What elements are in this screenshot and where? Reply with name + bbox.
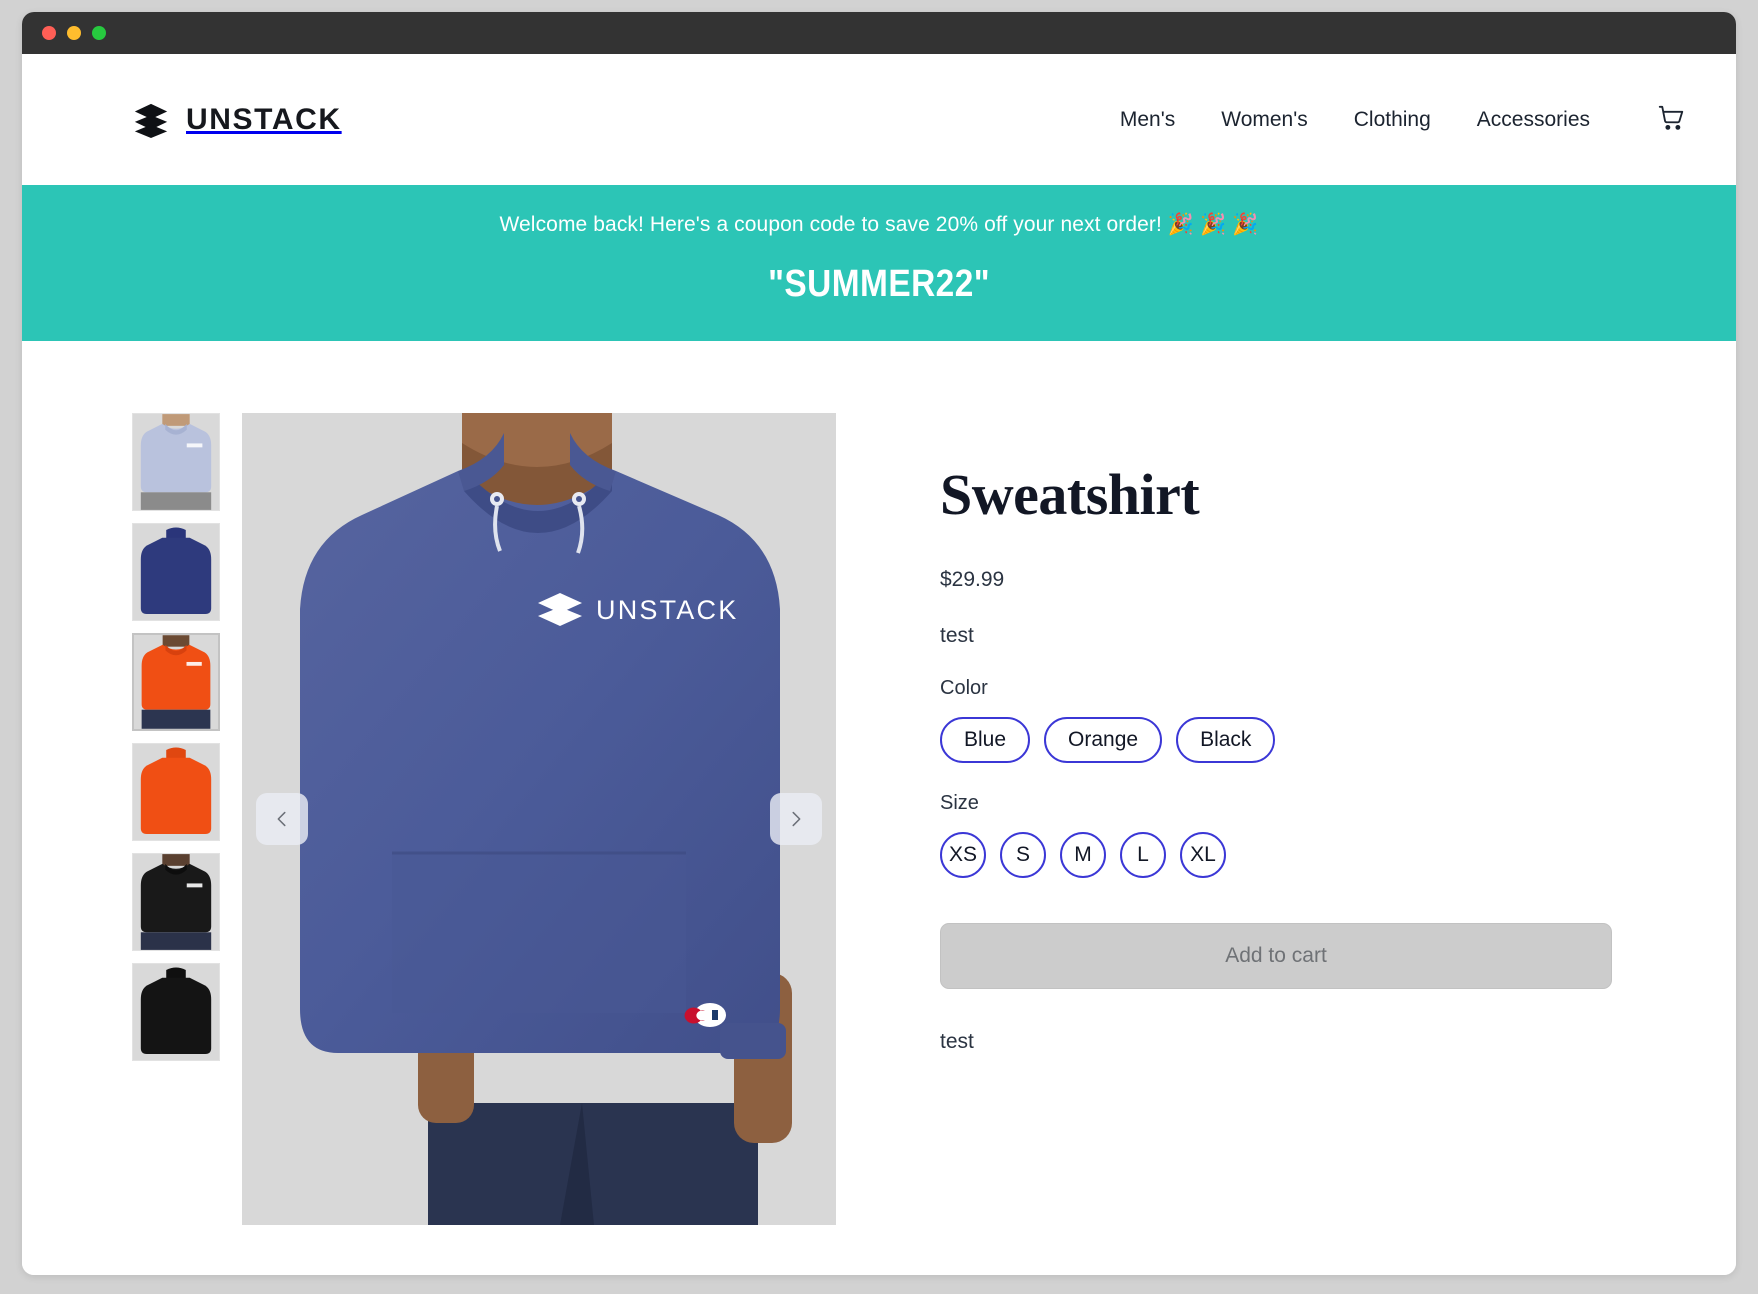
size-option-xl[interactable]: XL bbox=[1180, 831, 1226, 878]
gallery-prev-button[interactable] bbox=[256, 793, 308, 845]
product-description: test bbox=[940, 623, 974, 647]
stacked-layers-icon bbox=[132, 101, 170, 139]
hero-image: UNSTACK bbox=[242, 413, 836, 1225]
nav-item-clothing[interactable]: Clothing bbox=[1354, 108, 1431, 132]
close-window-button[interactable] bbox=[42, 26, 56, 40]
nav-item-womens[interactable]: Women's bbox=[1221, 108, 1307, 132]
size-option-m[interactable]: M bbox=[1060, 831, 1106, 878]
promo-message: Welcome back! Here's a coupon code to sa… bbox=[499, 213, 1259, 236]
thumbnail-3[interactable] bbox=[132, 743, 220, 841]
product-footer-note: test bbox=[940, 1029, 974, 1053]
minimize-window-button[interactable] bbox=[67, 26, 81, 40]
svg-text:UNSTACK: UNSTACK bbox=[596, 595, 738, 625]
add-to-cart-button[interactable]: Add to cart bbox=[940, 922, 1612, 989]
option-group-size: Size XS S M L XL bbox=[940, 792, 1630, 878]
gallery-next-button[interactable] bbox=[770, 793, 822, 845]
product-detail: UNSTACK Sweatshirt $29.99 test Color Blu… bbox=[22, 341, 1736, 1225]
promo-banner: Welcome back! Here's a coupon code to sa… bbox=[22, 185, 1736, 341]
thumbnail-4[interactable] bbox=[132, 853, 220, 951]
chevron-left-icon bbox=[271, 808, 293, 830]
thumbnail-rail bbox=[132, 413, 220, 1225]
brand-name: UNSTACK bbox=[186, 102, 342, 136]
site-header: UNSTACK Men's Women's Clothing Accessori… bbox=[22, 54, 1736, 185]
brand-logo-link[interactable]: UNSTACK bbox=[132, 101, 342, 139]
thumbnail-2[interactable] bbox=[132, 633, 220, 731]
thumbnail-0[interactable] bbox=[132, 413, 220, 511]
size-option-s[interactable]: S bbox=[1000, 831, 1046, 878]
maximize-window-button[interactable] bbox=[92, 26, 106, 40]
traffic-lights bbox=[42, 26, 106, 40]
browser-window: UNSTACK Men's Women's Clothing Accessori… bbox=[22, 12, 1736, 1275]
option-group-color: Color Blue Orange Black bbox=[940, 677, 1630, 763]
color-option-blue[interactable]: Blue bbox=[940, 716, 1031, 763]
cart-button[interactable] bbox=[1654, 103, 1688, 137]
product-price: $29.99 bbox=[940, 567, 1005, 591]
size-option-l[interactable]: L bbox=[1120, 831, 1166, 878]
size-options: XS S M L XL bbox=[940, 831, 1630, 878]
option-label-color: Color bbox=[940, 676, 988, 699]
chevron-right-icon bbox=[785, 808, 807, 830]
size-option-xs[interactable]: XS bbox=[940, 831, 986, 878]
product-info: Sweatshirt $29.99 test Color Blue Orange… bbox=[940, 413, 1630, 1225]
nav-item-mens[interactable]: Men's bbox=[1120, 108, 1175, 132]
option-label-size: Size bbox=[940, 791, 979, 814]
shopping-cart-icon bbox=[1656, 103, 1686, 136]
promo-coupon-code: "SUMMER22" bbox=[768, 263, 990, 305]
product-title: Sweatshirt bbox=[940, 462, 1200, 527]
window-title-bar bbox=[22, 12, 1736, 54]
color-options: Blue Orange Black bbox=[940, 716, 1630, 763]
product-gallery: UNSTACK bbox=[132, 413, 836, 1225]
thumbnail-5[interactable] bbox=[132, 963, 220, 1061]
nav-item-accessories[interactable]: Accessories bbox=[1477, 108, 1590, 132]
thumbnail-1[interactable] bbox=[132, 523, 220, 621]
page-content: UNSTACK Men's Women's Clothing Accessori… bbox=[22, 54, 1736, 1275]
main-navigation: Men's Women's Clothing Accessories bbox=[1120, 103, 1688, 137]
color-option-black[interactable]: Black bbox=[1176, 716, 1276, 763]
color-option-orange[interactable]: Orange bbox=[1044, 716, 1163, 763]
